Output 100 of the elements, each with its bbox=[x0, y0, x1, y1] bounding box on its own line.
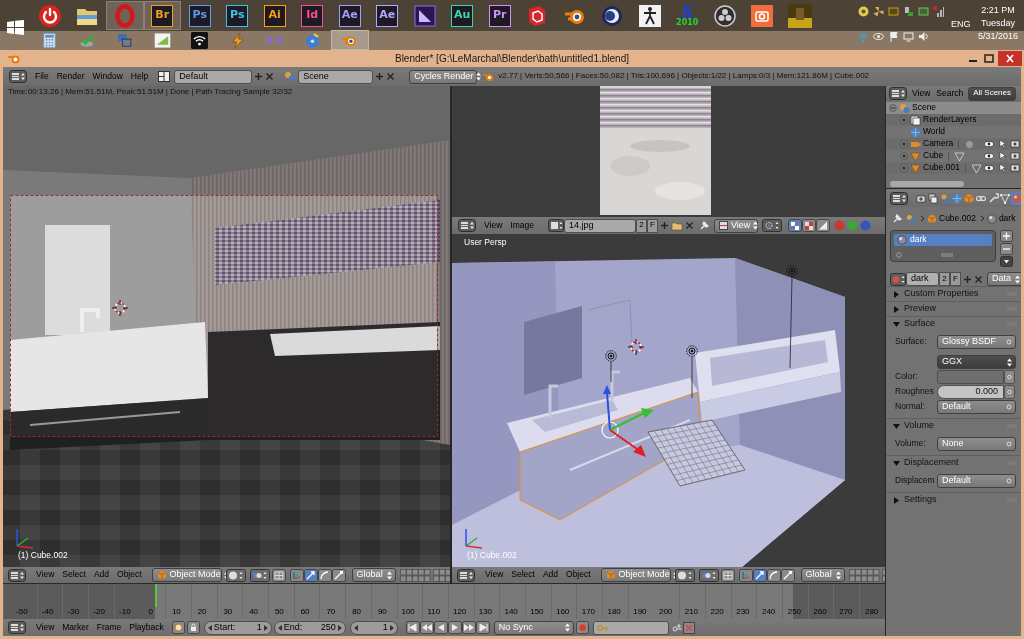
move-arrow-icon[interactable] bbox=[303, 568, 318, 582]
editor-type-icon[interactable] bbox=[458, 219, 476, 232]
outliner-row[interactable]: Scene bbox=[886, 102, 1021, 114]
move-gizmo[interactable] bbox=[598, 384, 655, 458]
fake-user-button[interactable]: F bbox=[646, 218, 658, 233]
increment-arrow-icon[interactable] bbox=[263, 624, 268, 631]
menu-item[interactable]: Add bbox=[89, 570, 114, 580]
app-logo[interactable]: Au bbox=[451, 4, 474, 27]
window-stack-icon[interactable] bbox=[116, 31, 134, 49]
outliner-row[interactable]: RenderLayers bbox=[886, 114, 1021, 126]
sphere-logo-icon[interactable] bbox=[600, 3, 625, 28]
outliner-row[interactable]: Cube.001 bbox=[886, 162, 1021, 174]
close-icon[interactable] bbox=[998, 51, 1022, 66]
panel-header[interactable]: Custom Properties bbox=[886, 287, 1021, 301]
material-browse-icon[interactable] bbox=[890, 272, 906, 286]
app-logo[interactable]: Id bbox=[301, 4, 324, 27]
eye-icon[interactable] bbox=[983, 163, 994, 173]
render-camera-icon[interactable] bbox=[1009, 151, 1020, 161]
triangle-tile-icon[interactable] bbox=[412, 3, 437, 28]
keying-set-field[interactable] bbox=[592, 620, 669, 635]
menu-item[interactable]: Frame bbox=[92, 622, 126, 633]
blocks-icon[interactable] bbox=[903, 6, 914, 17]
dropdown[interactable]: None bbox=[937, 437, 1016, 451]
calculator-icon[interactable] bbox=[41, 31, 59, 49]
ramp-icon[interactable] bbox=[815, 219, 830, 232]
filter-toggle-icon[interactable] bbox=[896, 252, 902, 258]
dropdown[interactable]: Glossy BSDF bbox=[937, 335, 1016, 349]
editor-type-icon[interactable] bbox=[8, 621, 26, 634]
caret-down-icon[interactable] bbox=[1000, 256, 1013, 267]
power-icon[interactable] bbox=[37, 3, 62, 28]
list-item[interactable]: dark bbox=[894, 234, 992, 246]
clock-weekday[interactable]: Tuesday bbox=[980, 19, 1016, 29]
material-name-field[interactable]: dark bbox=[906, 272, 939, 286]
menu-item[interactable]: View bbox=[32, 622, 59, 633]
dropdown[interactable]: GGX bbox=[937, 355, 1016, 369]
menu-item[interactable]: Marker bbox=[58, 622, 93, 633]
figure-icon[interactable] bbox=[637, 3, 662, 28]
expand-icon[interactable] bbox=[900, 164, 908, 172]
layout-grid-icon[interactable] bbox=[158, 71, 171, 82]
playhead[interactable] bbox=[154, 584, 157, 607]
signal-off-icon[interactable] bbox=[933, 6, 944, 17]
panel-header[interactable]: Volume bbox=[886, 419, 1021, 433]
render-engine-dropdown[interactable]: Cycles Render bbox=[409, 69, 478, 84]
socket-button-icon[interactable] bbox=[1004, 370, 1015, 384]
users-count-button[interactable]: 2 bbox=[939, 272, 950, 286]
collapse-icon[interactable] bbox=[889, 104, 897, 112]
fan-icon[interactable] bbox=[873, 6, 884, 17]
render-camera-icon[interactable] bbox=[1009, 163, 1020, 173]
menu-item[interactable]: View bbox=[481, 570, 508, 580]
current-frame-field[interactable]: 1 bbox=[349, 620, 398, 635]
menu-item[interactable]: Object bbox=[113, 570, 146, 580]
eye-icon[interactable] bbox=[983, 151, 994, 161]
snap-grid-icon[interactable] bbox=[271, 568, 286, 582]
decrement-arrow-icon[interactable] bbox=[207, 624, 212, 631]
scale-icon[interactable] bbox=[780, 568, 795, 582]
checker-icon[interactable] bbox=[801, 219, 816, 232]
camera-icon[interactable] bbox=[750, 3, 775, 28]
shading-menu-icon[interactable] bbox=[225, 568, 246, 582]
panel-header[interactable]: Settings bbox=[886, 493, 1021, 507]
display-mode-dropdown[interactable]: All Scenes bbox=[968, 86, 1016, 101]
app-logo[interactable]: Ps bbox=[188, 4, 211, 27]
signal-icon[interactable] bbox=[153, 31, 171, 49]
wrench-icon[interactable] bbox=[987, 191, 999, 205]
close-icon[interactable] bbox=[265, 72, 275, 81]
decrement-arrow-icon[interactable] bbox=[353, 624, 358, 631]
app-logo[interactable]: K 2010 bbox=[673, 2, 702, 29]
wifi-icon[interactable] bbox=[191, 31, 209, 49]
socket-button-icon[interactable] bbox=[1004, 385, 1015, 399]
dropdown[interactable]: Default bbox=[937, 400, 1016, 414]
close-icon[interactable] bbox=[386, 72, 396, 81]
editor-type-icon[interactable] bbox=[457, 568, 475, 582]
menu-item[interactable]: File bbox=[31, 71, 53, 82]
3d-cursor-icon[interactable] bbox=[112, 300, 128, 316]
speaker-icon[interactable] bbox=[918, 31, 929, 42]
menu-item[interactable]: View bbox=[909, 88, 934, 99]
circle-logo-icon[interactable] bbox=[712, 3, 737, 28]
decrement-arrow-icon[interactable] bbox=[277, 624, 282, 631]
lock-icon[interactable] bbox=[186, 621, 200, 634]
triangle-mesh-icon[interactable] bbox=[999, 191, 1011, 205]
menu-item[interactable]: Window bbox=[88, 71, 127, 82]
layers-icon[interactable] bbox=[927, 191, 939, 205]
dropdown[interactable]: Default bbox=[937, 474, 1016, 488]
play-icon[interactable] bbox=[447, 621, 462, 634]
card-icon[interactable] bbox=[888, 6, 899, 17]
menu-item[interactable]: Select bbox=[58, 570, 90, 580]
pointer-icon[interactable] bbox=[996, 151, 1007, 161]
end-frame-field[interactable]: End: 250 bbox=[273, 620, 346, 635]
monitor-icon[interactable] bbox=[903, 31, 914, 42]
rewind-icon[interactable] bbox=[419, 621, 434, 634]
users-count-button[interactable]: 2 bbox=[635, 218, 647, 233]
disc-icon[interactable] bbox=[303, 31, 321, 49]
expand-icon[interactable] bbox=[900, 152, 908, 160]
editor-type-icon[interactable] bbox=[889, 87, 907, 100]
pointer-icon[interactable] bbox=[996, 139, 1007, 149]
fake-user-button[interactable]: F bbox=[950, 272, 961, 286]
panel-header[interactable]: Preview bbox=[886, 302, 1021, 316]
maximize-icon[interactable] bbox=[982, 52, 996, 65]
snap-grid-icon[interactable] bbox=[720, 568, 735, 582]
menu-item[interactable]: Add bbox=[538, 570, 563, 580]
sync-dropdown[interactable]: No Sync bbox=[493, 620, 574, 635]
